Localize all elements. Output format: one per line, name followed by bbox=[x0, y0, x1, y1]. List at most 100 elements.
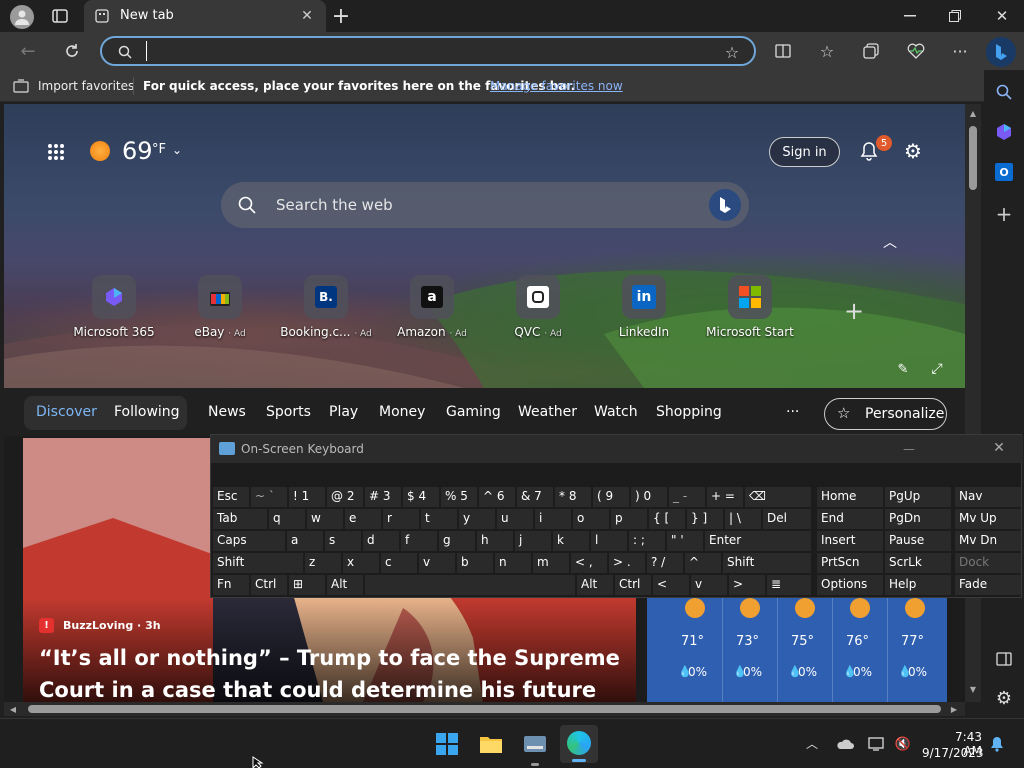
key-8[interactable]: * 8 bbox=[555, 487, 591, 507]
key-y[interactable]: y bbox=[459, 509, 495, 529]
key-fade[interactable]: Fade bbox=[955, 575, 1021, 595]
on-screen-keyboard-taskbar-icon[interactable] bbox=[522, 731, 548, 757]
key-backspace[interactable]: ⌫ bbox=[745, 487, 811, 507]
key-k[interactable]: k bbox=[553, 531, 589, 551]
key-d[interactable]: d bbox=[363, 531, 399, 551]
network-icon[interactable] bbox=[868, 735, 886, 753]
scroll-left-arrow-icon[interactable]: ◀ bbox=[8, 704, 18, 714]
quick-link-booking[interactable]: B. bbox=[304, 275, 348, 319]
chevron-down-icon[interactable]: ⌄ bbox=[170, 143, 184, 157]
key-left-shift[interactable]: Shift bbox=[213, 553, 303, 573]
key-slash[interactable]: ? / bbox=[647, 553, 683, 573]
volume-muted-icon[interactable]: 🔇 bbox=[894, 735, 912, 753]
nav-sports[interactable]: Sports bbox=[266, 404, 311, 420]
key-1[interactable]: ! 1 bbox=[289, 487, 325, 507]
key-p[interactable]: p bbox=[611, 509, 647, 529]
key-insert[interactable]: Insert bbox=[817, 531, 883, 551]
nav-money[interactable]: Money bbox=[379, 404, 425, 420]
apps-grid-icon[interactable] bbox=[44, 140, 68, 164]
onedrive-cloud-icon[interactable] bbox=[836, 735, 854, 753]
scroll-up-arrow-icon[interactable]: ▲ bbox=[967, 108, 979, 118]
sidebar-settings-gear-icon[interactable]: ⚙ bbox=[992, 686, 1016, 710]
collections-icon[interactable] bbox=[860, 41, 882, 61]
key-2[interactable]: @ 2 bbox=[327, 487, 363, 507]
copilot-bing-icon[interactable] bbox=[986, 37, 1016, 67]
edge-taskbar-button[interactable] bbox=[560, 725, 598, 763]
key-9[interactable]: ( 9 bbox=[593, 487, 629, 507]
sign-in-button[interactable]: Sign in bbox=[769, 137, 840, 167]
settings-more-icon[interactable]: ··· bbox=[948, 41, 972, 61]
key-left-arrow[interactable]: < bbox=[653, 575, 689, 595]
show-hidden-icons-chevron-icon[interactable]: ︿ bbox=[804, 735, 820, 751]
edit-background-icon[interactable]: ✎ bbox=[894, 360, 912, 378]
quick-link-ebay[interactable] bbox=[198, 275, 242, 319]
more-nav-button[interactable]: ··· bbox=[786, 404, 799, 420]
quick-link-qvc[interactable] bbox=[516, 275, 560, 319]
sidebar-outlook-icon[interactable]: O bbox=[992, 160, 1016, 184]
restore-icon[interactable] bbox=[943, 8, 967, 24]
profile-avatar-icon[interactable] bbox=[10, 5, 34, 29]
key-7[interactable]: & 7 bbox=[517, 487, 553, 507]
key-4[interactable]: $ 4 bbox=[403, 487, 439, 507]
key-windows[interactable]: ⊞ bbox=[289, 575, 325, 595]
favorite-star-icon[interactable]: ☆ bbox=[722, 42, 742, 62]
key-c[interactable]: c bbox=[381, 553, 417, 573]
key-pause[interactable]: Pause bbox=[885, 531, 951, 551]
nav-weather[interactable]: Weather bbox=[518, 404, 577, 420]
key-o[interactable]: o bbox=[573, 509, 609, 529]
key-period[interactable]: > . bbox=[609, 553, 645, 573]
key-nav[interactable]: Nav bbox=[955, 487, 1021, 507]
key-up-arrow[interactable]: ^ bbox=[685, 553, 721, 573]
key-v[interactable]: v bbox=[419, 553, 455, 573]
key-w[interactable]: w bbox=[307, 509, 343, 529]
hide-sidebar-icon[interactable] bbox=[992, 648, 1016, 670]
key-t[interactable]: t bbox=[421, 509, 457, 529]
key-open-bracket[interactable]: { [ bbox=[649, 509, 685, 529]
key-space[interactable] bbox=[365, 575, 575, 595]
key-a[interactable]: a bbox=[287, 531, 323, 551]
collapse-chevron-up-icon[interactable]: ︿ bbox=[882, 234, 898, 251]
refresh-icon[interactable] bbox=[60, 40, 84, 62]
key-6[interactable]: ^ 6 bbox=[479, 487, 515, 507]
key-down-arrow[interactable]: v bbox=[691, 575, 727, 595]
tab-discover[interactable]: Discover bbox=[36, 404, 97, 420]
key-minus[interactable]: _ - bbox=[669, 487, 705, 507]
bing-chat-icon[interactable] bbox=[709, 189, 741, 221]
back-arrow-icon[interactable]: ← bbox=[16, 41, 40, 62]
key-n[interactable]: n bbox=[495, 553, 531, 573]
key-left-ctrl[interactable]: Ctrl bbox=[251, 575, 287, 595]
tab-new-tab[interactable]: New tab ✕ bbox=[84, 0, 326, 32]
favorites-icon[interactable]: ☆ bbox=[816, 40, 838, 62]
web-search-box[interactable]: Search the web bbox=[221, 182, 749, 228]
vertical-scroll-thumb[interactable] bbox=[969, 126, 977, 190]
key-l[interactable]: l bbox=[591, 531, 627, 551]
key-end[interactable]: End bbox=[817, 509, 883, 529]
key-g[interactable]: g bbox=[439, 531, 475, 551]
key-scrlk[interactable]: ScrLk bbox=[885, 553, 951, 573]
manage-favorites-link[interactable]: Manage favorites now bbox=[490, 79, 623, 93]
expand-icon[interactable]: ⤢ bbox=[928, 360, 946, 378]
tab-following[interactable]: Following bbox=[114, 404, 180, 420]
vertical-scrollbar[interactable]: ▲ ▼ bbox=[965, 104, 981, 702]
news-headline-line2[interactable]: Court in a case that could determine his… bbox=[39, 678, 596, 702]
key-quote[interactable]: " ' bbox=[667, 531, 703, 551]
key-z[interactable]: z bbox=[305, 553, 341, 573]
key-close-bracket[interactable]: } ] bbox=[687, 509, 723, 529]
key-mv-up[interactable]: Mv Up bbox=[955, 509, 1021, 529]
key-f[interactable]: f bbox=[401, 531, 437, 551]
key-esc[interactable]: Esc bbox=[213, 487, 249, 507]
osk-minimize-icon[interactable]: — bbox=[899, 440, 919, 458]
scroll-down-arrow-icon[interactable]: ▼ bbox=[967, 684, 979, 694]
news-headline-line1[interactable]: “It’s all or nothing” – Trump to face th… bbox=[39, 646, 620, 670]
notification-bell-icon[interactable] bbox=[988, 735, 1006, 753]
sidebar-add-plus-icon[interactable]: + bbox=[992, 202, 1016, 226]
key-q[interactable]: q bbox=[269, 509, 305, 529]
key-0[interactable]: ) 0 bbox=[631, 487, 667, 507]
key-j[interactable]: j bbox=[515, 531, 551, 551]
nav-play[interactable]: Play bbox=[329, 404, 358, 420]
key-tilde[interactable]: ~ ` bbox=[251, 487, 287, 507]
key-pgdn[interactable]: PgDn bbox=[885, 509, 951, 529]
key-i[interactable]: i bbox=[535, 509, 571, 529]
browser-essentials-icon[interactable] bbox=[904, 41, 928, 61]
key-enter[interactable]: Enter bbox=[705, 531, 811, 551]
